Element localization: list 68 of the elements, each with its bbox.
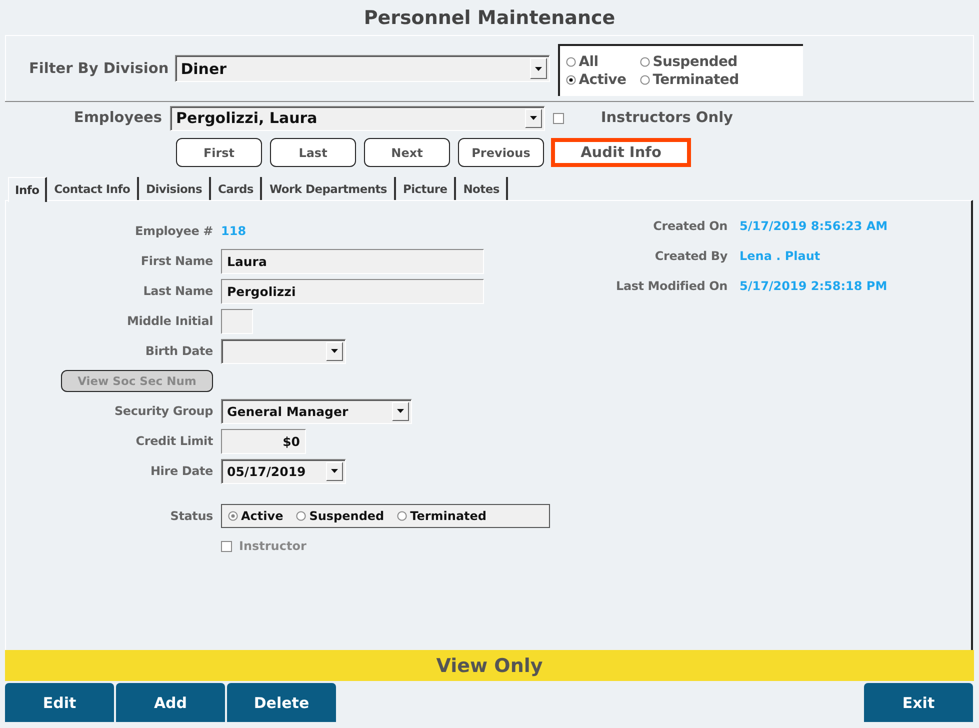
field-label: Created On <box>653 219 728 233</box>
radio-button[interactable] <box>566 75 576 85</box>
field-label: Middle Initial <box>126 314 213 328</box>
dropdown-field[interactable]: Diner <box>174 55 550 82</box>
audit-value: Lena . Plaut <box>739 249 820 263</box>
field-label: Security Group <box>114 404 213 418</box>
radio-button[interactable] <box>228 511 238 521</box>
field-label: Employee # <box>135 224 213 238</box>
field-label: Last Modified On <box>616 279 728 293</box>
radio-label: Terminated <box>652 72 739 88</box>
dropdown-field[interactable]: General Manager <box>221 398 412 424</box>
field-label: Created By <box>654 249 728 263</box>
radio-label: All <box>578 54 598 70</box>
field-label: Credit Limit <box>136 434 213 448</box>
caret-icon <box>331 469 338 473</box>
text-field[interactable] <box>221 308 253 334</box>
action-button[interactable]: Exit <box>864 683 973 722</box>
radio-button[interactable] <box>566 57 576 67</box>
field-label: Hire Date <box>150 464 213 478</box>
tab[interactable]: Contact Info <box>47 177 140 200</box>
checkbox-label: Instructor <box>239 539 306 553</box>
tab[interactable]: Cards <box>211 177 262 200</box>
tab[interactable]: Info <box>8 177 48 202</box>
caret-icon <box>530 116 537 120</box>
radio-group-field[interactable]: Active Suspended Terminated <box>221 504 550 528</box>
nav-button[interactable]: Last <box>270 138 356 167</box>
radio-label: Terminated <box>410 509 487 523</box>
audit-value: 5/17/2019 2:58:18 PM <box>739 279 888 293</box>
radio-button[interactable] <box>640 57 650 67</box>
checkbox-label: Instructors Only <box>600 110 733 126</box>
radio-label: Suspended <box>309 509 384 523</box>
audit-value: 5/17/2019 8:56:23 AM <box>739 219 888 233</box>
tab[interactable]: Work Departments <box>262 177 396 200</box>
tab[interactable]: Notes <box>456 177 508 200</box>
action-button[interactable]: Edit <box>5 683 114 722</box>
field-label: Filter By Division <box>29 60 169 76</box>
banner-text: View Only <box>436 654 543 676</box>
text-field[interactable]: Pergolizzi <box>221 278 484 304</box>
radio-label: Suspended <box>652 54 738 70</box>
caret-icon <box>534 66 542 70</box>
field-label: Employees <box>72 110 162 126</box>
field-label: Last Name <box>143 284 213 298</box>
field-label: Status <box>170 509 213 523</box>
audit-button[interactable]: Audit Info <box>551 138 691 167</box>
nav-button[interactable]: Previous <box>458 138 544 167</box>
radio-label: Active <box>241 509 284 523</box>
window-title: Personnel Maintenance <box>364 6 616 28</box>
nav-button[interactable]: First <box>176 138 262 167</box>
action-button[interactable]: Add <box>116 683 225 722</box>
radio-button[interactable] <box>397 511 408 521</box>
tab[interactable]: Divisions <box>139 177 211 200</box>
radio-button[interactable] <box>640 75 650 85</box>
nav-button[interactable]: Next <box>364 138 450 167</box>
field-label: First Name <box>140 254 213 268</box>
date-dropdown[interactable] <box>221 338 346 364</box>
tab[interactable]: Picture <box>396 177 456 200</box>
date-dropdown[interactable]: 05/17/2019 <box>221 458 346 484</box>
checkbox[interactable] <box>553 112 564 124</box>
caret-icon <box>397 409 404 413</box>
caret-icon <box>331 349 338 353</box>
action-button[interactable]: Delete <box>227 683 336 722</box>
employee-number: 118 <box>221 224 246 238</box>
radio-button[interactable] <box>296 511 306 521</box>
dropdown-field[interactable]: Pergolizzi, Laura <box>170 106 545 130</box>
radio-label: Active <box>578 72 626 88</box>
text-field[interactable]: Laura <box>221 248 484 274</box>
amount-field[interactable]: $0 <box>221 428 306 454</box>
field-label: Birth Date <box>145 344 213 358</box>
